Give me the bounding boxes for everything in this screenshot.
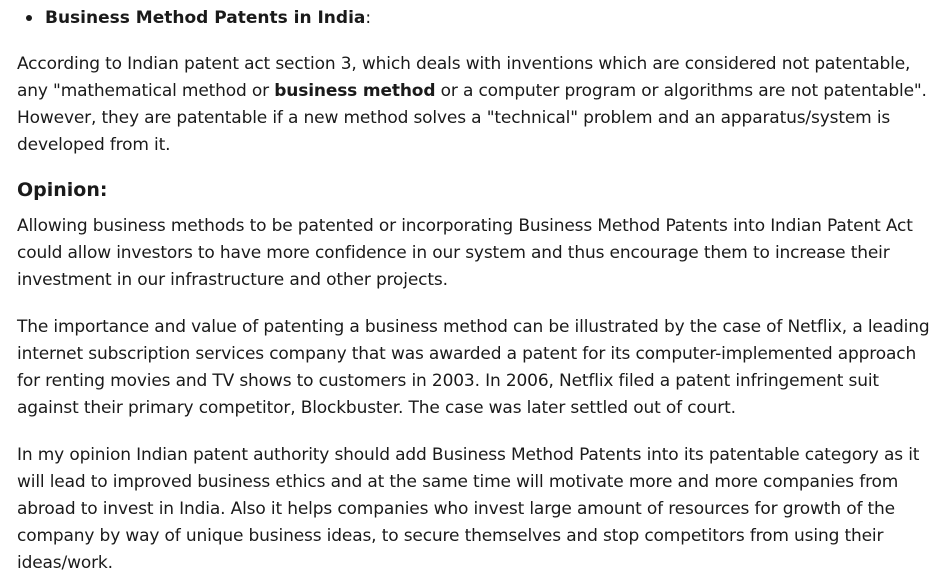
article-body: Business Method Patents in India: Accord… [0,0,949,588]
bullet-dot-icon [26,15,32,21]
bullet-title: Business Method Patents in India [45,8,366,28]
paragraph-patent-act: According to Indian patent act section 3… [17,51,942,159]
paragraph-investor-confidence: Allowing business methods to be patented… [17,216,913,290]
bullet-suffix: : [365,8,372,28]
bullet-item: Business Method Patents in India: [26,6,372,30]
bullet-list: Business Method Patents in India: [26,6,372,30]
paragraph-patent-act-bold: business method [274,81,436,101]
opinion-heading: Opinion: [17,179,108,201]
paragraph-conclusion: In my opinion Indian patent authority sh… [17,445,920,573]
paragraph-netflix-case: The importance and value of patenting a … [17,317,930,418]
